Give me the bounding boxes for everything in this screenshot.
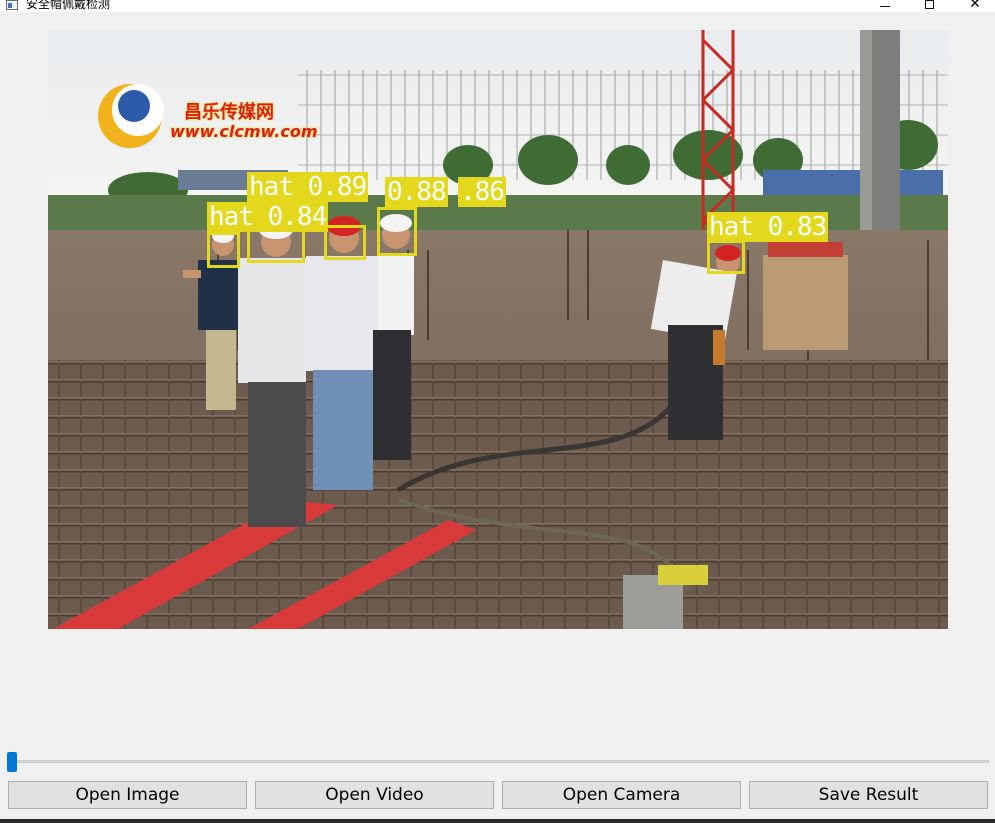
detection-box-2 <box>247 228 305 263</box>
window-bottom-edge <box>0 819 995 823</box>
slider-track[interactable] <box>7 760 989 763</box>
detection-label-4: .86 <box>458 177 506 207</box>
detection-box-5 <box>707 240 745 274</box>
progress-slider[interactable] <box>7 752 989 772</box>
slider-handle[interactable] <box>7 752 17 772</box>
detection-image: 昌乐传媒网 www.clcmw.com hat 0.84 hat 0.89 0.… <box>48 30 948 629</box>
detection-box-1 <box>207 232 240 268</box>
minimize-icon[interactable] <box>862 0 908 12</box>
detection-label-2: hat 0.89 <box>247 172 369 202</box>
detection-box-4 <box>377 207 417 256</box>
open-video-button[interactable]: Open Video <box>255 781 494 809</box>
detection-label-5: hat 0.83 <box>707 212 829 242</box>
open-camera-button[interactable]: Open Camera <box>502 781 741 809</box>
maximize-icon[interactable] <box>906 0 952 12</box>
detection-box-3 <box>324 225 366 260</box>
save-result-button[interactable]: Save Result <box>749 781 988 809</box>
title-bar: 安全帽佩戴检测 ✕ <box>0 0 995 12</box>
close-icon[interactable]: ✕ <box>952 0 995 12</box>
app-window-icon <box>6 0 18 10</box>
detection-label-1: hat 0.84 <box>207 202 329 232</box>
open-image-button[interactable]: Open Image <box>8 781 247 809</box>
watermark-title: 昌乐传媒网 <box>184 102 274 123</box>
construction-site-photo <box>48 30 948 629</box>
watermark-url: www.clcmw.com <box>170 122 318 141</box>
detection-label-3: 0.88 <box>385 177 448 207</box>
window-title: 安全帽佩戴检测 <box>26 0 111 11</box>
